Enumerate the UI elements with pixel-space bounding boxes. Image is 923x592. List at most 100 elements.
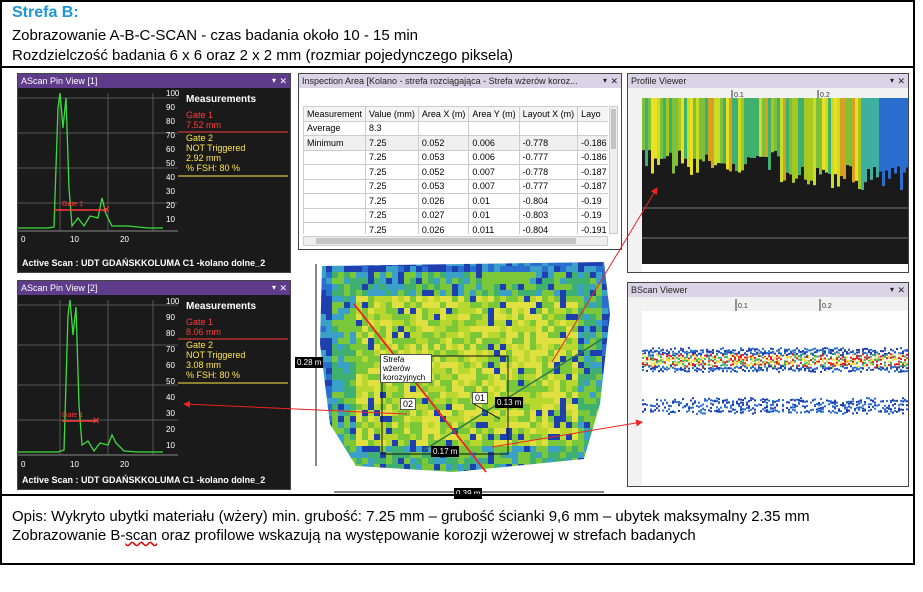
profile-plot[interactable]: 0.1 0.2 xyxy=(628,88,909,273)
column-header[interactable]: Measurement xyxy=(303,106,367,122)
table-row[interactable]: 7.25 0.053 0.006 -0.777 -0.186 xyxy=(303,149,608,165)
bscan-pixel xyxy=(800,355,802,358)
cscan-pixel xyxy=(608,332,610,338)
table-row[interactable]: Minimum 7.25 0.052 0.006 -0.778 -0.186 xyxy=(303,135,608,151)
cscan-pixel xyxy=(560,482,566,488)
column-header[interactable]: Area Y (m) xyxy=(468,106,520,122)
bscan-pixel xyxy=(774,357,776,360)
cscan-pixel xyxy=(416,272,422,278)
bscan-pixel xyxy=(902,364,904,367)
cscan-pixel xyxy=(416,332,422,338)
pin-icon[interactable]: ▾ xyxy=(272,74,276,88)
profile-viewer-window[interactable]: Profile Viewer ▾ ✕ 0.1 0.2 xyxy=(627,73,909,273)
pin-icon[interactable]: ▾ xyxy=(272,281,276,295)
bscan-pixel xyxy=(706,363,708,366)
cscan-pixel xyxy=(326,386,332,392)
cscan-pixel xyxy=(602,308,608,314)
cscan-pixel xyxy=(374,428,380,434)
cscan-pixel xyxy=(584,356,590,362)
cscan-pixel xyxy=(476,452,482,458)
table-row[interactable]: 7.25 0.052 0.007 -0.778 -0.187 xyxy=(303,164,608,180)
bscan-pixel xyxy=(860,366,862,369)
bscan-pixel xyxy=(842,404,844,407)
column-header[interactable]: Layout X (m) xyxy=(518,106,579,122)
resolution-description: Rozdzielczość badania 6 x 6 oraz 2 x 2 m… xyxy=(12,47,514,64)
inspection-area-window[interactable]: Inspection Area [Kolano - strefa rozciąg… xyxy=(298,73,622,250)
cscan-pixel xyxy=(584,266,590,272)
ascan-pin-view-2[interactable]: AScan Pin View [2] ▾ ✕ 100 90 80 70 60 50 … xyxy=(17,280,291,490)
bscan-pixel xyxy=(762,353,764,356)
pin-icon[interactable]: ▾ xyxy=(603,74,607,88)
horizontal-scrollbar[interactable] xyxy=(303,236,608,246)
cscan-pixel xyxy=(350,476,356,482)
cscan-pixel xyxy=(446,290,452,296)
close-icon[interactable]: ✕ xyxy=(279,74,287,88)
close-icon[interactable]: ✕ xyxy=(897,283,905,297)
bscan-plot[interactable]: 0.1 0.2 xyxy=(628,297,909,487)
cscan-pixel xyxy=(380,284,386,290)
cscan-pixel xyxy=(608,464,610,470)
column-header[interactable]: Area X (m) xyxy=(417,106,470,122)
report-footer: Opis: Wykryto ubytki materiału (wżery) m… xyxy=(2,494,913,563)
cscan-pixel xyxy=(596,278,602,284)
profile-column xyxy=(678,98,681,151)
close-icon[interactable]: ✕ xyxy=(279,281,287,295)
cscan-pixel xyxy=(590,350,596,356)
cscan-pixel xyxy=(542,416,548,422)
bscan-pixel xyxy=(850,365,852,368)
cscan-pixel xyxy=(374,440,380,446)
bscan-pixel xyxy=(704,354,706,357)
bscan-pixel xyxy=(678,400,680,403)
cscan-map[interactable]: Strefa wżerów korozyjnych 0.28 m 0.39 m … xyxy=(294,254,624,499)
cscan-pixel xyxy=(608,440,610,446)
bscan-pixel xyxy=(838,349,840,352)
table-row[interactable]: 7.25 0.027 0.01 -0.803 -0.19 xyxy=(303,207,608,223)
table-row[interactable]: 7.25 0.026 0.01 -0.804 -0.19 xyxy=(303,193,608,209)
bscan-pixel xyxy=(846,401,848,404)
cscan-pixel xyxy=(458,464,464,470)
table-row[interactable]: Average 8.3 xyxy=(303,120,608,136)
bscan-pixel xyxy=(708,351,710,354)
bscan-viewer-window[interactable]: BScan Viewer ▾ ✕ 0.1 0.2 xyxy=(627,282,909,487)
ascan-pin-view-1[interactable]: AScan Pin View [1] ▾ ✕ 100 90 80 70 60 50 … xyxy=(17,73,291,273)
cscan-pixel xyxy=(524,332,530,338)
cscan-pixel xyxy=(314,458,320,464)
cscan-pixel xyxy=(578,380,584,386)
cscan-pixel xyxy=(518,374,524,380)
pin-icon[interactable]: ▾ xyxy=(890,283,894,297)
cscan-pixel xyxy=(572,266,578,272)
bscan-pixel xyxy=(814,357,816,360)
cscan-pixel xyxy=(608,290,610,296)
cscan-pixel xyxy=(566,398,572,404)
cscan-pixel xyxy=(530,476,536,482)
vertical-scrollbar[interactable] xyxy=(609,106,618,234)
bscan-pixel xyxy=(844,411,846,414)
cscan-pixel xyxy=(380,326,386,332)
bscan-pixel xyxy=(754,404,756,407)
pin-icon[interactable]: ▾ xyxy=(890,74,894,88)
bscan-pixel xyxy=(852,397,854,400)
close-icon[interactable]: ✕ xyxy=(610,74,618,88)
bscan-pixel xyxy=(762,347,764,350)
close-icon[interactable]: ✕ xyxy=(897,74,905,88)
bscan-pixel xyxy=(848,402,850,405)
table-row[interactable]: 7.25 0.053 0.007 -0.777 -0.187 xyxy=(303,178,608,194)
bscan-pixel xyxy=(906,367,908,370)
table-row[interactable]: 7.25 0.026 0.011 -0.804 -0.191 xyxy=(303,222,608,234)
bscan-pixel xyxy=(740,347,742,350)
cscan-pixel xyxy=(362,404,368,410)
column-header[interactable]: Layo xyxy=(577,106,608,122)
bscan-pixel xyxy=(804,362,806,365)
cscan-pixel xyxy=(362,290,368,296)
point-marker-02[interactable]: 02 xyxy=(400,398,417,410)
bscan-pixel xyxy=(790,362,792,365)
point-marker-01[interactable]: 01 xyxy=(472,392,489,404)
cscan-pixel xyxy=(488,296,494,302)
cscan-pixel xyxy=(446,338,452,344)
cscan-pixel xyxy=(332,452,338,458)
cscan-pixel xyxy=(356,440,362,446)
profile-column xyxy=(753,98,756,158)
measurement-table-viewport[interactable]: Measurement Value (mm) Area X (m) Area Y (m… xyxy=(303,106,608,234)
column-header[interactable]: Value (mm) xyxy=(365,106,419,122)
cscan-pixel xyxy=(596,350,602,356)
